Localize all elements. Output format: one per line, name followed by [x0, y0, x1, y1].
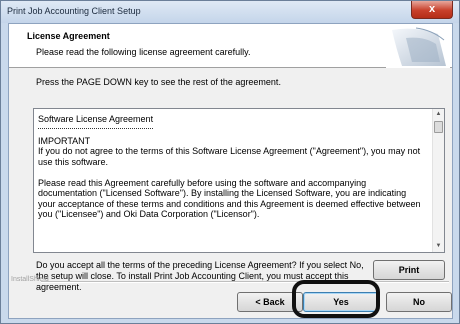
no-button[interactable]: No — [386, 292, 452, 312]
license-heading: Software License Agreement — [38, 114, 154, 129]
license-scrollbar[interactable]: ▲ ▼ — [432, 109, 444, 252]
license-text-box[interactable]: Software License Agreement IMPORTANT If … — [33, 108, 445, 253]
scroll-down-arrow-icon[interactable]: ▼ — [433, 241, 444, 252]
page-subtitle: Please read the following license agreem… — [36, 47, 251, 57]
title-bar[interactable]: Print Job Accounting Client Setup x — [1, 1, 459, 23]
setup-window: Print Job Accounting Client Setup x Lice… — [0, 0, 460, 324]
instruction-text: Press the PAGE DOWN key to see the rest … — [36, 77, 281, 87]
window-title: Print Job Accounting Client Setup — [7, 6, 141, 16]
scroll-up-arrow-icon[interactable]: ▲ — [433, 109, 444, 120]
page-title: License Agreement — [27, 31, 110, 41]
header-panel: License Agreement Please read the follow… — [9, 24, 452, 68]
close-icon[interactable]: x — [411, 1, 453, 19]
dialog-body: License Agreement Please read the follow… — [8, 23, 453, 319]
license-text: Software License Agreement IMPORTANT If … — [38, 114, 424, 230]
print-button[interactable]: Print — [373, 260, 445, 280]
license-paragraph: IMPORTANT If you do not agree to the ter… — [38, 135, 421, 167]
setup-graphic-icon — [386, 24, 450, 68]
highlight-ring — [292, 280, 380, 318]
license-paragraph: Please read this Agreement carefully bef… — [38, 177, 424, 220]
scroll-thumb[interactable] — [434, 121, 443, 133]
divider — [41, 281, 449, 283]
